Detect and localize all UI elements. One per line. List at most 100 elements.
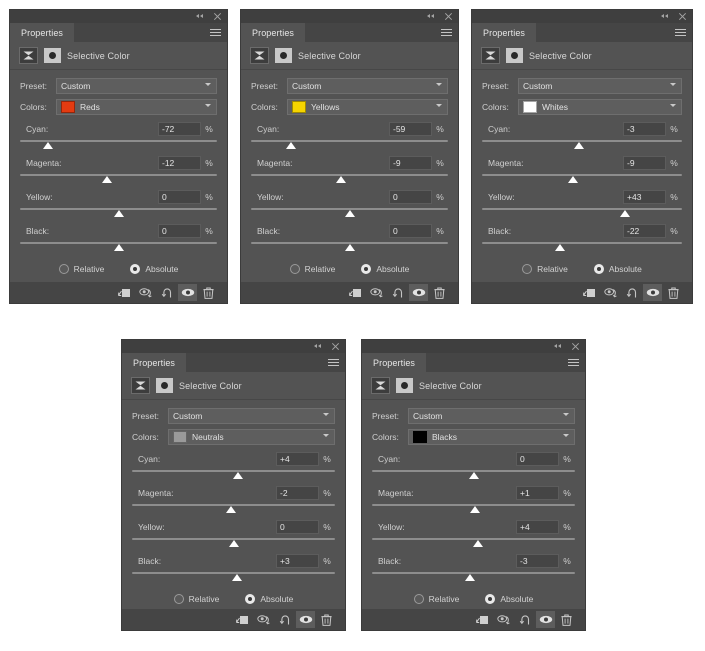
slider-input-yellow[interactable]: 0 — [158, 190, 201, 204]
radio-absolute[interactable]: Absolute — [245, 594, 293, 604]
slider-track-yellow[interactable] — [482, 208, 682, 217]
slider-track-cyan[interactable] — [132, 470, 335, 479]
colors-dropdown[interactable]: Blacks — [408, 429, 575, 445]
radio-relative[interactable]: Relative — [173, 594, 219, 604]
collapse-to-icons-icon[interactable] — [661, 12, 670, 21]
panel-titlebar[interactable] — [241, 10, 458, 23]
slider-track-yellow[interactable] — [372, 538, 575, 547]
slider-thumb-magenta[interactable] — [469, 506, 480, 513]
delete-adjustment-layer-icon[interactable] — [199, 284, 218, 301]
selective-color-adjustment-icon[interactable] — [481, 47, 500, 64]
colors-dropdown[interactable]: Whites — [518, 99, 682, 115]
radio-relative-indicator[interactable] — [413, 594, 424, 604]
tab-properties[interactable]: Properties — [362, 353, 427, 372]
slider-thumb-cyan[interactable] — [42, 142, 53, 149]
slider-track-black[interactable] — [482, 242, 682, 251]
slider-track-black[interactable] — [372, 572, 575, 581]
tab-properties[interactable]: Properties — [10, 23, 75, 42]
slider-track-black[interactable] — [132, 572, 335, 581]
slider-track-cyan[interactable] — [20, 140, 217, 149]
radio-absolute-indicator[interactable] — [130, 264, 141, 274]
slider-thumb-yellow[interactable] — [113, 210, 124, 217]
clip-to-layer-icon[interactable] — [115, 284, 134, 301]
radio-absolute-indicator[interactable] — [485, 594, 496, 604]
selective-color-adjustment-icon[interactable] — [250, 47, 269, 64]
slider-input-magenta[interactable]: -2 — [276, 486, 319, 500]
slider-thumb-black[interactable] — [113, 244, 124, 251]
radio-relative[interactable]: Relative — [522, 264, 568, 274]
toggle-layer-visibility-icon[interactable] — [643, 284, 662, 301]
slider-thumb-magenta[interactable] — [101, 176, 112, 183]
view-previous-state-icon[interactable] — [601, 284, 620, 301]
radio-relative[interactable]: Relative — [58, 264, 104, 274]
slider-track-magenta[interactable] — [482, 174, 682, 183]
slider-thumb-cyan[interactable] — [468, 472, 479, 479]
toggle-layer-visibility-icon[interactable] — [178, 284, 197, 301]
slider-thumb-black[interactable] — [344, 244, 355, 251]
layer-mask-thumbnail-icon[interactable] — [156, 378, 173, 393]
panel-titlebar[interactable] — [472, 10, 692, 23]
slider-track-cyan[interactable] — [251, 140, 448, 149]
radio-absolute[interactable]: Absolute — [361, 264, 409, 274]
slider-input-magenta[interactable]: -12 — [158, 156, 201, 170]
slider-input-black[interactable]: -22 — [623, 224, 666, 238]
slider-thumb-yellow[interactable] — [228, 540, 239, 547]
toggle-layer-visibility-icon[interactable] — [296, 611, 315, 628]
delete-adjustment-layer-icon[interactable] — [664, 284, 683, 301]
radio-absolute[interactable]: Absolute — [593, 264, 642, 274]
colors-dropdown[interactable]: Reds — [56, 99, 217, 115]
slider-input-black[interactable]: +3 — [276, 554, 319, 568]
panel-menu-icon[interactable] — [210, 28, 221, 37]
view-previous-state-icon[interactable] — [494, 611, 513, 628]
radio-relative-indicator[interactable] — [173, 594, 184, 604]
close-icon[interactable] — [213, 12, 222, 21]
view-previous-state-icon[interactable] — [254, 611, 273, 628]
radio-relative-indicator[interactable] — [522, 264, 533, 274]
colors-dropdown[interactable]: Neutrals — [168, 429, 335, 445]
reset-adjustment-icon[interactable] — [515, 611, 534, 628]
panel-menu-icon[interactable] — [441, 28, 452, 37]
slider-track-cyan[interactable] — [372, 470, 575, 479]
reset-adjustment-icon[interactable] — [388, 284, 407, 301]
radio-absolute-indicator[interactable] — [245, 594, 256, 604]
slider-thumb-magenta[interactable] — [226, 506, 237, 513]
collapse-to-icons-icon[interactable] — [196, 12, 205, 21]
tab-properties[interactable]: Properties — [241, 23, 306, 42]
slider-thumb-magenta[interactable] — [568, 176, 578, 183]
panel-titlebar[interactable] — [362, 340, 585, 353]
delete-adjustment-layer-icon[interactable] — [430, 284, 449, 301]
slider-input-black[interactable]: -3 — [516, 554, 559, 568]
slider-input-magenta[interactable]: -9 — [389, 156, 432, 170]
preset-dropdown[interactable]: Custom — [168, 408, 335, 424]
collapse-to-icons-icon[interactable] — [427, 12, 436, 21]
delete-adjustment-layer-icon[interactable] — [557, 611, 576, 628]
slider-thumb-black[interactable] — [465, 574, 476, 581]
radio-absolute[interactable]: Absolute — [130, 264, 178, 274]
panel-menu-icon[interactable] — [328, 358, 339, 367]
delete-adjustment-layer-icon[interactable] — [317, 611, 336, 628]
radio-relative-indicator[interactable] — [58, 264, 69, 274]
clip-to-layer-icon[interactable] — [346, 284, 365, 301]
slider-input-black[interactable]: 0 — [158, 224, 201, 238]
slider-thumb-cyan[interactable] — [574, 142, 584, 149]
slider-input-cyan[interactable]: -3 — [623, 122, 666, 136]
radio-absolute[interactable]: Absolute — [485, 594, 533, 604]
slider-input-yellow[interactable]: +4 — [516, 520, 559, 534]
layer-mask-thumbnail-icon[interactable] — [396, 378, 413, 393]
reset-adjustment-icon[interactable] — [622, 284, 641, 301]
panel-titlebar[interactable] — [10, 10, 227, 23]
radio-absolute-indicator[interactable] — [361, 264, 372, 274]
radio-relative[interactable]: Relative — [413, 594, 459, 604]
close-icon[interactable] — [678, 12, 687, 21]
slider-thumb-yellow[interactable] — [620, 210, 630, 217]
slider-input-cyan[interactable]: -59 — [389, 122, 432, 136]
radio-relative[interactable]: Relative — [289, 264, 335, 274]
selective-color-adjustment-icon[interactable] — [371, 377, 390, 394]
selective-color-adjustment-icon[interactable] — [131, 377, 150, 394]
toggle-layer-visibility-icon[interactable] — [409, 284, 428, 301]
slider-track-black[interactable] — [251, 242, 448, 251]
panel-menu-icon[interactable] — [675, 28, 686, 37]
slider-input-yellow[interactable]: 0 — [389, 190, 432, 204]
preset-dropdown[interactable]: Custom — [518, 78, 682, 94]
slider-track-magenta[interactable] — [251, 174, 448, 183]
